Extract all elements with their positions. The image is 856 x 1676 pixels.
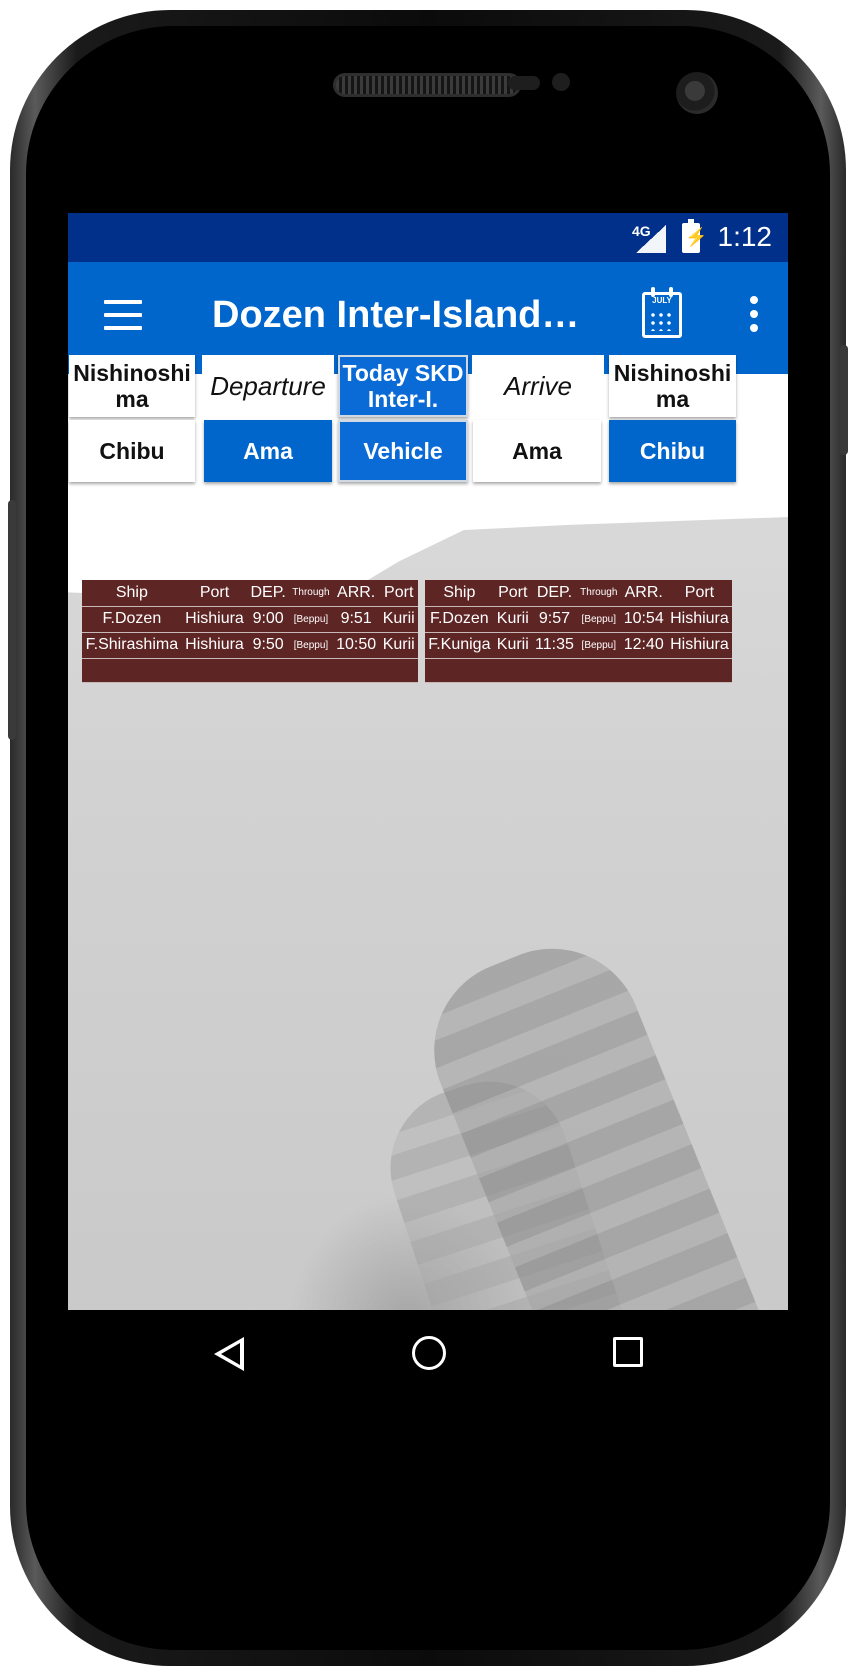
volume-button xyxy=(8,500,16,740)
overflow-menu-icon[interactable] xyxy=(750,296,760,336)
from-island-chibu-button[interactable]: Chibu xyxy=(69,420,195,482)
vehicle-button[interactable]: Vehicle xyxy=(338,420,468,482)
recent-apps-icon[interactable] xyxy=(613,1337,643,1367)
cell-port: Hishiura xyxy=(181,632,248,658)
arrive-label: Arrive xyxy=(472,355,604,417)
cell-port: Kurii xyxy=(493,606,532,632)
to-island-chibu-button[interactable]: Chibu xyxy=(609,420,736,482)
header-arr: ARR. xyxy=(620,580,667,606)
navigation-bar xyxy=(68,1310,788,1398)
from-island-ama-button[interactable]: Ama xyxy=(204,420,332,482)
app-title: Dozen Inter-Islands… xyxy=(212,294,582,336)
cell-dep: 9:00 xyxy=(247,606,290,632)
table-row-empty xyxy=(82,658,418,682)
timetable-outbound: Ship Port DEP. Through ARR. Port F.Dozen… xyxy=(82,580,418,683)
from-island-nishinoshima-button[interactable]: Nishinoshi ma xyxy=(69,355,195,417)
table-header-row: Ship Port DEP. Through ARR. Port xyxy=(82,580,418,606)
light-sensor xyxy=(508,76,540,90)
header-port: Port xyxy=(181,580,248,606)
cell-through: [Beppu] xyxy=(577,632,621,658)
table-row[interactable]: F.Dozen Hishiura 9:00 [Beppu] 9:51 Kurii xyxy=(82,606,418,632)
header-port: Port xyxy=(379,580,418,606)
cell-through: [Beppu] xyxy=(289,632,333,658)
cell-dep: 9:50 xyxy=(247,632,290,658)
signal-icon xyxy=(636,225,666,253)
proximity-sensor xyxy=(552,73,570,91)
to-island-nishinoshima-button[interactable]: Nishinoshi ma xyxy=(609,355,736,417)
table-row[interactable]: F.Kuniga Kurii 11:35 [Beppu] 12:40 Hishi… xyxy=(425,632,732,658)
cell-arr: 9:51 xyxy=(332,606,380,632)
header-through: Through xyxy=(289,580,333,606)
calendar-month-label: JULY xyxy=(652,296,672,305)
timetable-return: Ship Port DEP. Through ARR. Port F.Dozen… xyxy=(425,580,732,683)
power-button xyxy=(840,345,848,455)
cell-port: Hishiura xyxy=(666,632,732,658)
battery-charging-icon: ⚡ xyxy=(682,219,707,253)
cell-ship: F.Dozen xyxy=(82,606,182,632)
cell-arr: 10:50 xyxy=(332,632,380,658)
cell-ship: F.Dozen xyxy=(425,606,494,632)
home-icon[interactable] xyxy=(412,1336,446,1370)
cell-arr: 10:54 xyxy=(620,606,667,632)
cell-arr: 12:40 xyxy=(620,632,667,658)
cell-port: Kurii xyxy=(379,606,418,632)
today-schedule-inter-island-button[interactable]: Today SKD Inter-I. xyxy=(338,355,468,417)
background-image xyxy=(68,374,788,1398)
header-port: Port xyxy=(666,580,732,606)
screen: 4G ⚡ 1:12 Dozen Inter-Islands… JULY Nish… xyxy=(68,213,788,1398)
departure-label: Departure xyxy=(202,355,334,417)
cell-port: Hishiura xyxy=(181,606,248,632)
table-row[interactable]: F.Dozen Kurii 9:57 [Beppu] 10:54 Hishiur… xyxy=(425,606,732,632)
header-port: Port xyxy=(493,580,532,606)
header-ship: Ship xyxy=(82,580,182,606)
table-header-row: Ship Port DEP. Through ARR. Port xyxy=(425,580,732,606)
header-dep: DEP. xyxy=(531,580,578,606)
header-arr: ARR. xyxy=(332,580,380,606)
earpiece-speaker xyxy=(333,73,521,97)
back-icon[interactable] xyxy=(214,1337,244,1371)
cell-through: [Beppu] xyxy=(577,606,621,632)
cell-ship: F.Shirashima xyxy=(82,632,182,658)
header-ship: Ship xyxy=(425,580,494,606)
status-time: 1:12 xyxy=(717,221,773,252)
status-bar: 4G ⚡ 1:12 xyxy=(68,213,788,262)
table-row-empty xyxy=(425,658,732,682)
cell-dep: 9:57 xyxy=(531,606,578,632)
header-dep: DEP. xyxy=(247,580,290,606)
header-through: Through xyxy=(577,580,621,606)
cell-dep: 11:35 xyxy=(531,632,578,658)
cell-port: Kurii xyxy=(493,632,532,658)
cell-ship: F.Kuniga xyxy=(425,632,494,658)
hamburger-menu-icon[interactable] xyxy=(104,300,142,330)
cell-port: Hishiura xyxy=(666,606,732,632)
front-camera xyxy=(676,72,718,114)
calendar-icon[interactable]: JULY xyxy=(642,287,682,338)
cell-through: [Beppu] xyxy=(289,606,333,632)
table-row[interactable]: F.Shirashima Hishiura 9:50 [Beppu] 10:50… xyxy=(82,632,418,658)
cell-port: Kurii xyxy=(379,632,418,658)
to-island-ama-button[interactable]: Ama xyxy=(473,420,601,482)
